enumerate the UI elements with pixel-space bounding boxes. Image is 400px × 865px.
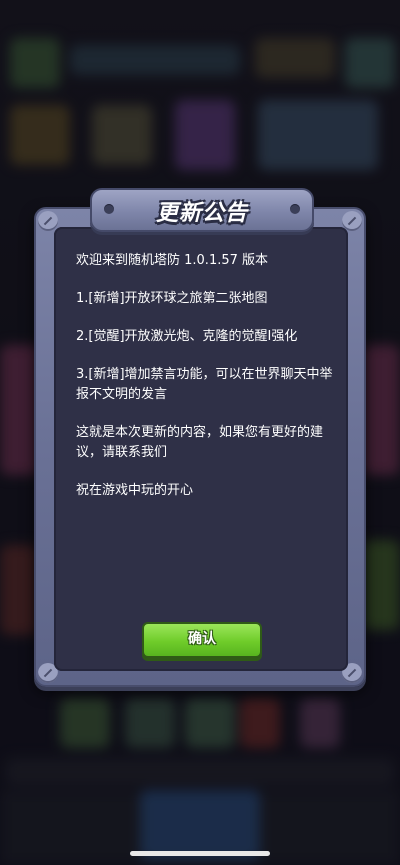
game-screen: 更新公告 欢迎来到随机塔防 1.0.1.57 版本 1.[新增]开放环球之旅第二… [0,0,400,865]
announcement-line: 祝在游戏中玩的开心 [76,483,194,498]
dialog-title-plate: 更新公告 [90,188,314,232]
update-announcement-dialog: 更新公告 欢迎来到随机塔防 1.0.1.57 版本 1.[新增]开放环球之旅第二… [34,188,366,687]
announcement-line: 1.[新增]开放环球之旅第二张地图 [76,291,268,306]
announcement-line: 3.[新增]增加禁言功能，可以在世界聊天中举报不文明的发言 [76,367,333,402]
announcement-line: 欢迎来到随机塔防 1.0.1.57 版本 [76,253,269,268]
dialog-title: 更新公告 [155,201,248,226]
corner-rivet-icon [38,211,58,231]
confirm-button[interactable]: 确认 [142,622,262,658]
announcement-line: 2.[觉醒]开放激光炮、克隆的觉醒Ⅰ强化 [76,329,298,344]
announcement-line: 这就是本次更新的内容，如果您有更好的建议，请联系我们 [76,425,324,460]
home-indicator[interactable] [130,851,270,856]
announcement-text: 欢迎来到随机塔防 1.0.1.57 版本 1.[新增]开放环球之旅第二张地图 2… [76,251,336,519]
